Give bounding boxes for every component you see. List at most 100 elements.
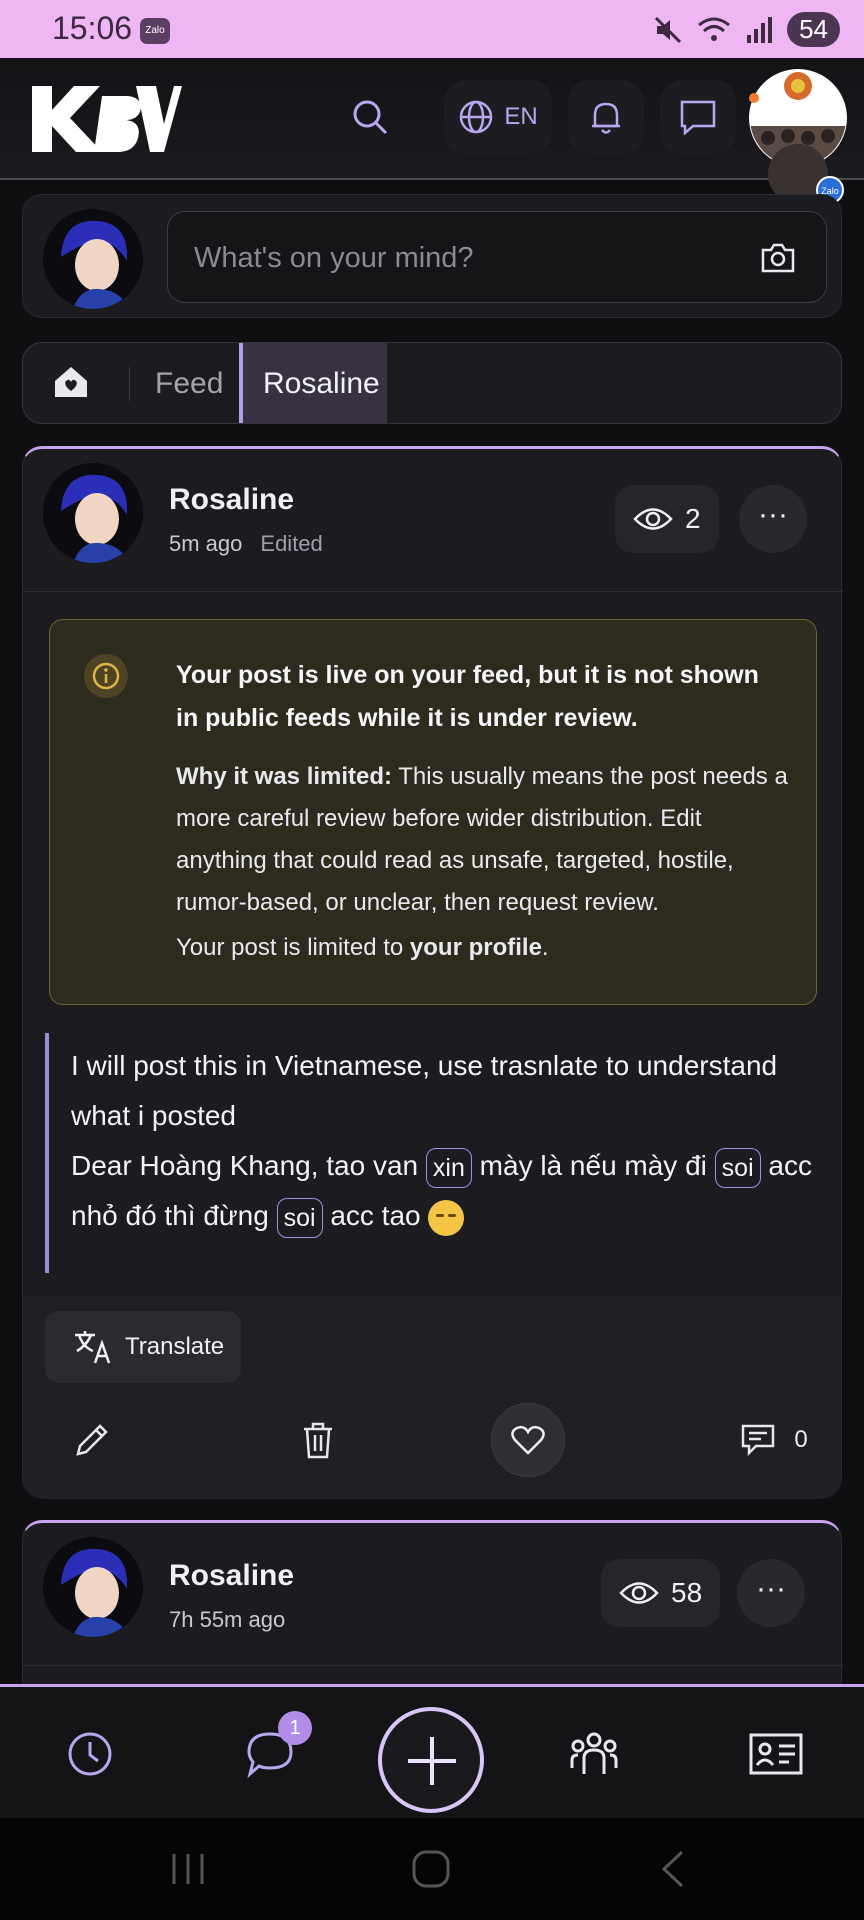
- camera-icon[interactable]: [760, 242, 796, 274]
- system-navigation-bar: [0, 1818, 864, 1920]
- post-author-name[interactable]: Rosaline: [169, 483, 294, 517]
- tab-rosaline[interactable]: Rosaline: [239, 343, 387, 423]
- tab-feed[interactable]: Feed: [155, 367, 223, 401]
- translate-icon: [75, 1331, 111, 1364]
- post2-header-divider: [23, 1665, 843, 1666]
- status-bar: 15:06 Zalo 54: [0, 0, 864, 58]
- like-button[interactable]: [491, 1403, 565, 1477]
- create-post-button[interactable]: [378, 1707, 484, 1813]
- notifications-button[interactable]: [568, 80, 644, 154]
- post-meta: 5m ago Edited: [169, 531, 323, 557]
- post2-time: 7h 55m ago: [169, 1607, 286, 1632]
- notice-limit-scope: your profile: [409, 934, 542, 961]
- notice-reason: Why it was limited: This usually means t…: [176, 756, 796, 924]
- trash-icon: [304, 1422, 332, 1459]
- post2-views-count: 58: [671, 1577, 703, 1608]
- account-avatar-button[interactable]: Zalo: [748, 66, 848, 206]
- pencil-icon: [76, 1424, 108, 1456]
- post-author-avatar-image: [43, 463, 143, 563]
- composer-placeholder: What's on your mind?: [194, 242, 474, 274]
- translate-label: Translate: [125, 1333, 225, 1360]
- chat-unread-badge: 1: [278, 1711, 312, 1745]
- post-time: 5m ago: [169, 531, 243, 556]
- post-edited-label: Edited: [260, 531, 323, 556]
- more-icon: ···: [756, 1572, 786, 1605]
- home-nav-icon[interactable]: [410, 1848, 452, 1890]
- post-body-part4: acc tao: [322, 1200, 429, 1231]
- bell-icon: [592, 102, 620, 134]
- nav-chat[interactable]: [220, 1687, 320, 1821]
- notice-reason-label: Why it was limited:: [176, 763, 393, 790]
- heart-icon: [511, 1425, 545, 1455]
- home-icon[interactable]: [51, 363, 91, 401]
- language-label: EN: [504, 103, 538, 130]
- account-avatar: Zalo: [749, 69, 847, 204]
- comments-button[interactable]: 0: [719, 1415, 829, 1465]
- zalo-notification-icon: Zalo: [140, 18, 170, 44]
- edit-button[interactable]: [67, 1415, 117, 1465]
- highlight-chip-xin[interactable]: xin: [425, 1147, 472, 1188]
- post2-author-name[interactable]: Rosaline: [169, 1559, 294, 1593]
- language-button[interactable]: EN: [444, 80, 552, 154]
- user-avatar-image: [43, 209, 143, 309]
- status-time: 15:06: [52, 10, 133, 46]
- search-button[interactable]: [336, 80, 404, 154]
- people-icon: [570, 1732, 618, 1774]
- highlight-chip-soi[interactable]: soi: [714, 1147, 761, 1188]
- messages-button[interactable]: [660, 80, 736, 154]
- user-avatar[interactable]: [43, 209, 143, 309]
- plus-icon: [408, 1737, 456, 1785]
- breadcrumb: Feed Rosaline: [22, 342, 842, 424]
- post-more-button[interactable]: ···: [739, 485, 807, 553]
- info-icon: [84, 654, 128, 698]
- post-composer: What's on your mind?: [22, 194, 842, 318]
- breadcrumb-divider: [129, 367, 130, 401]
- post-body-line2: Dear Hoàng Khang, tao van xin mày là nếu…: [71, 1141, 831, 1241]
- pensive-emoji-icon: [428, 1199, 465, 1236]
- globe-icon: [460, 100, 493, 134]
- post2-views-counter: 58: [601, 1559, 721, 1627]
- notice-title: Your post is live on your feed, but it i…: [176, 661, 759, 732]
- comments-count: 0: [794, 1426, 808, 1453]
- post-header-divider: [23, 591, 843, 592]
- post-body-part1: Dear Hoàng Khang, tao van: [71, 1150, 426, 1181]
- tab-rosaline-label: Rosaline: [263, 367, 380, 400]
- signal-icon: [747, 16, 773, 43]
- eye-icon: [619, 1582, 659, 1604]
- post-card: Rosaline 5m ago Edited 2 ··· Your post is…: [22, 446, 843, 1499]
- app-logo[interactable]: [32, 86, 182, 152]
- mute-icon: [655, 16, 682, 43]
- views-count: 2: [685, 503, 701, 534]
- notice-limit-suffix: .: [541, 934, 549, 961]
- app-header: EN: [0, 58, 864, 180]
- nav-community[interactable]: [544, 1687, 644, 1821]
- back-icon[interactable]: [656, 1848, 688, 1890]
- search-icon: [353, 100, 388, 135]
- whats-on-your-mind-input[interactable]: What's on your mind?: [167, 211, 827, 303]
- post2-author-avatar-image: [43, 1537, 143, 1637]
- battery-indicator: 54: [787, 12, 840, 47]
- post2-more-button[interactable]: ···: [737, 1559, 805, 1627]
- post2-author-avatar[interactable]: [43, 1537, 143, 1637]
- post-body: I will post this in Vietnamese, use tras…: [45, 1033, 835, 1273]
- translate-button[interactable]: Translate: [45, 1311, 241, 1383]
- post-body-line1: I will post this in Vietnamese, use tras…: [71, 1050, 778, 1131]
- views-counter: 2: [615, 485, 719, 553]
- post-body-part2: mày là nếu mày đi: [471, 1150, 715, 1181]
- post-author-avatar[interactable]: [43, 463, 143, 563]
- more-icon: ···: [758, 498, 788, 531]
- comment-icon: [742, 1424, 775, 1457]
- bottom-navigation: 1: [0, 1684, 864, 1818]
- chat-icon: [680, 100, 716, 135]
- notice-limit-prefix: Your post is limited to: [176, 934, 410, 961]
- clock-icon: [68, 1732, 112, 1776]
- delete-button[interactable]: [293, 1415, 343, 1465]
- eye-icon: [633, 508, 673, 530]
- id-card-icon: [749, 1733, 803, 1775]
- nav-profile-card[interactable]: [726, 1687, 826, 1821]
- nav-recent[interactable]: [40, 1687, 140, 1821]
- highlight-chip-soi-2[interactable]: soi: [276, 1197, 323, 1238]
- wifi-icon: [698, 17, 731, 41]
- recent-apps-icon[interactable]: [168, 1850, 208, 1888]
- notice-limit: Your post is limited to your profile.: [176, 934, 776, 962]
